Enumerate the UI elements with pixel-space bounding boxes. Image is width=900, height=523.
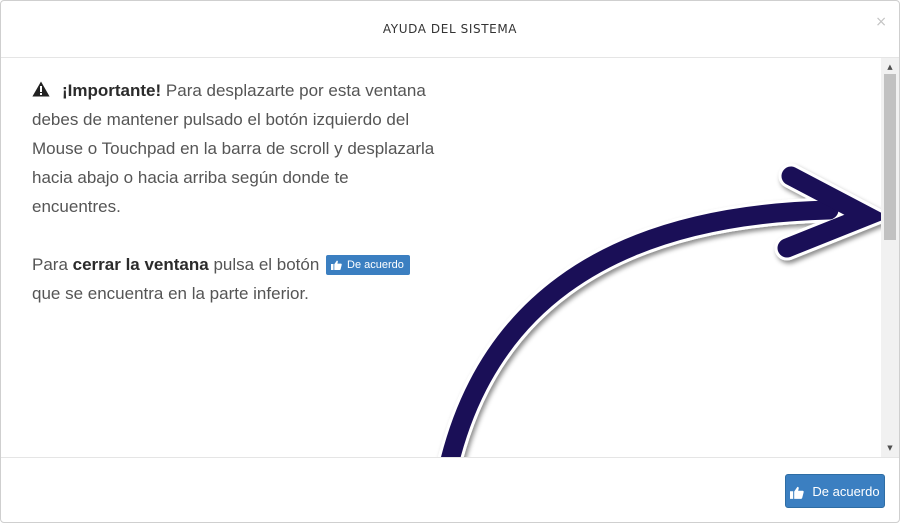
close-icon[interactable]: × <box>875 15 887 29</box>
warning-triangle-icon <box>32 81 50 97</box>
dialog-body: ¡Importante! Para desplazarte por esta v… <box>1 58 881 457</box>
close-instructions-prefix: Para <box>32 255 73 274</box>
close-instructions-middle: pulsa el botón <box>208 255 325 274</box>
inline-agree-badge: De acuerdo <box>326 255 410 275</box>
dialog-footer: De acuerdo <box>1 457 899 522</box>
important-paragraph: ¡Importante! Para desplazarte por esta v… <box>32 76 442 221</box>
dialog-header: AYUDA DEL SISTEMA × <box>1 1 899 58</box>
scroll-instructions-text: Para desplazarte por esta ventana debes … <box>32 81 435 216</box>
vertical-scrollbar[interactable]: ▲ ▼ <box>881 58 899 457</box>
inline-agree-label: De acuerdo <box>347 259 404 271</box>
close-instructions-paragraph: Para cerrar la ventana pulsa el botón De… <box>32 250 442 308</box>
important-label: ¡Importante! <box>62 81 162 100</box>
close-instructions-suffix: que se encuentra en la parte inferior. <box>32 284 309 303</box>
dialog-title: AYUDA DEL SISTEMA <box>382 22 518 36</box>
scroll-up-arrow-icon[interactable]: ▲ <box>881 60 899 74</box>
thumbs-up-icon <box>790 486 805 499</box>
thumbs-up-icon <box>331 260 342 270</box>
close-window-emphasis: cerrar la ventana <box>72 255 209 274</box>
arrow-shaft <box>441 200 839 457</box>
help-text: ¡Importante! Para desplazarte por esta v… <box>32 76 442 308</box>
scroll-down-arrow-icon[interactable]: ▼ <box>881 441 899 455</box>
agree-button-label: De acuerdo <box>812 484 880 499</box>
help-dialog: AYUDA DEL SISTEMA × ¡Importante! Para de… <box>0 0 900 523</box>
arrow-to-scrollbar-icon <box>438 163 881 457</box>
agree-button[interactable]: De acuerdo <box>785 474 885 508</box>
scrollbar-thumb[interactable] <box>884 74 896 240</box>
